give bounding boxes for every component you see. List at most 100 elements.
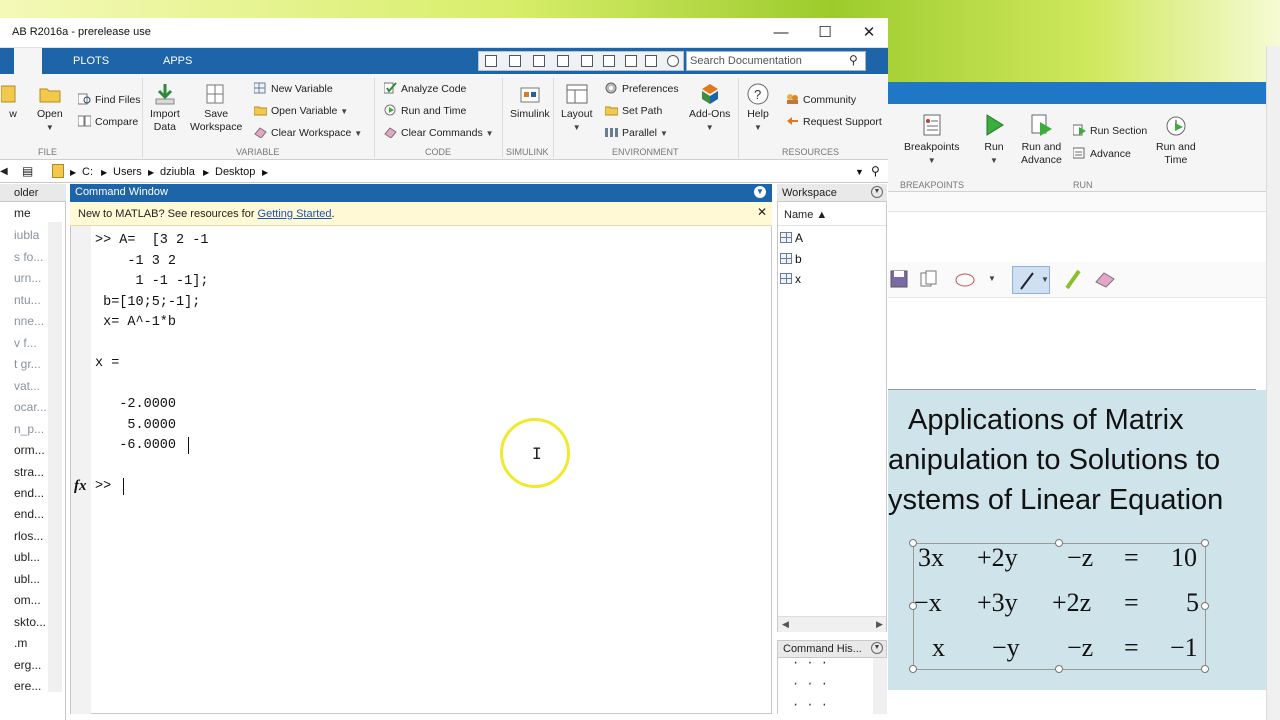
- resize-handle[interactable]: [909, 665, 917, 673]
- current-folder-scrollbar[interactable]: [48, 222, 62, 692]
- file-list-item[interactable]: ere...: [14, 679, 41, 693]
- resize-handle[interactable]: [1201, 602, 1209, 610]
- breakpoints-button[interactable]: Breakpoints ▼: [904, 112, 959, 167]
- history-entry[interactable]: · · ·: [792, 698, 828, 712]
- file-list-item[interactable]: urn...: [14, 271, 41, 285]
- workspace-name-column[interactable]: Name ▲: [778, 206, 886, 226]
- run-and-time-button-ribbon[interactable]: Run and Time: [384, 104, 466, 117]
- file-list-item[interactable]: end...: [14, 486, 44, 500]
- copy-icon[interactable]: [557, 55, 569, 67]
- find-files-button[interactable]: Find Files: [78, 93, 141, 106]
- tab-home[interactable]: [14, 48, 42, 74]
- file-list-item[interactable]: ubl...: [14, 550, 40, 564]
- file-list-item[interactable]: stra...: [14, 465, 44, 479]
- maximize-button[interactable]: ☐: [808, 22, 842, 44]
- file-list-item[interactable]: n_p...: [14, 422, 44, 436]
- layout-button[interactable]: Layout ▼: [561, 82, 593, 134]
- community-button[interactable]: Community: [786, 93, 856, 106]
- file-list-item[interactable]: vat...: [14, 379, 40, 393]
- copy-icon[interactable]: [920, 270, 938, 288]
- tab-apps[interactable]: APPS: [163, 55, 192, 67]
- scroll-left-icon[interactable]: ◀: [782, 619, 789, 630]
- workspace-variable[interactable]: x: [780, 272, 801, 286]
- analyze-code-button[interactable]: Analyze Code: [384, 82, 466, 95]
- workspace-variable[interactable]: A: [780, 231, 803, 245]
- help-button[interactable]: ? Help ▼: [746, 82, 770, 134]
- file-list-item[interactable]: me: [14, 206, 31, 220]
- pen-tool-button[interactable]: ▼: [1012, 266, 1050, 294]
- add-ons-button[interactable]: Add-Ons ▼: [689, 82, 730, 134]
- tab-plots[interactable]: PLOTS: [73, 55, 109, 67]
- undo-icon[interactable]: [603, 55, 615, 67]
- switch-windows-icon[interactable]: [645, 55, 657, 67]
- save-icon[interactable]: [509, 55, 521, 67]
- back-icon[interactable]: ◀: [0, 166, 8, 177]
- file-list-item[interactable]: t gr...: [14, 357, 41, 371]
- workspace-variable[interactable]: b: [780, 252, 802, 266]
- current-folder-address-bar[interactable]: ◀ ▤ ▶ C: ▶ Users ▶ dziubla ▶ Desktop ▶ ▼…: [0, 161, 888, 183]
- file-list-item[interactable]: ntu...: [14, 293, 41, 307]
- matlab-titlebar[interactable]: AB R2016a - prerelease use — ☐ ✕: [0, 18, 888, 48]
- run-button[interactable]: Run ▼: [981, 112, 1007, 167]
- help-icon[interactable]: [667, 55, 679, 67]
- resize-handle[interactable]: [1201, 539, 1209, 547]
- simulink-button[interactable]: Simulink: [510, 82, 550, 121]
- save-workspace-button[interactable]: Save Workspace: [190, 82, 242, 134]
- lasso-icon[interactable]: [954, 270, 976, 288]
- close-button[interactable]: ✕: [852, 22, 886, 44]
- resize-handle[interactable]: [1055, 539, 1063, 547]
- request-support-button[interactable]: Request Support: [786, 115, 882, 128]
- history-entry[interactable]: · · ·: [792, 656, 828, 670]
- address-dropdown-icon[interactable]: ▼: [855, 167, 864, 177]
- command-window-actions-icon[interactable]: ▼: [754, 186, 766, 198]
- resize-handle[interactable]: [909, 539, 917, 547]
- getting-started-link[interactable]: Getting Started: [258, 208, 332, 220]
- search-folder-icon[interactable]: ⚲: [871, 164, 880, 178]
- file-list-item[interactable]: s fo...: [14, 250, 43, 264]
- paste-icon[interactable]: [581, 55, 593, 67]
- file-list-item[interactable]: ocar...: [14, 400, 47, 414]
- import-data-button[interactable]: Import Data: [150, 82, 180, 134]
- search-icon[interactable]: ⚲: [849, 53, 858, 67]
- resize-handle[interactable]: [1201, 665, 1209, 673]
- file-list-item[interactable]: orm...: [14, 443, 45, 457]
- new-script-button[interactable]: w: [0, 82, 26, 121]
- background-app-scrollbar[interactable]: [1266, 46, 1280, 720]
- breadcrumb-users[interactable]: Users: [113, 166, 142, 178]
- file-list-item[interactable]: ubl...: [14, 572, 40, 586]
- breadcrumb-desktop[interactable]: Desktop: [215, 166, 255, 178]
- command-history-scrollbar[interactable]: [873, 658, 887, 714]
- minimize-button[interactable]: —: [764, 22, 798, 44]
- search-documentation-input[interactable]: Search Documentation: [686, 51, 866, 71]
- save-icon[interactable]: [890, 270, 908, 288]
- set-path-button[interactable]: Set Path: [605, 104, 662, 117]
- browse-folder-icon[interactable]: ▤: [22, 164, 33, 178]
- clear-commands-button[interactable]: Clear Commands ▼: [384, 126, 494, 139]
- file-list-item[interactable]: .m: [14, 636, 27, 650]
- preferences-button[interactable]: Preferences: [605, 82, 679, 95]
- redo-icon[interactable]: [625, 55, 637, 67]
- cut-icon[interactable]: [533, 55, 545, 67]
- file-list-item[interactable]: v f...: [14, 336, 37, 350]
- eraser-icon[interactable]: [1094, 270, 1116, 288]
- highlighter-icon[interactable]: [1064, 268, 1082, 290]
- parallel-button[interactable]: Parallel ▼: [605, 126, 668, 139]
- file-list-item[interactable]: iubla: [14, 228, 39, 242]
- file-list-item[interactable]: skto...: [14, 615, 46, 629]
- open-button[interactable]: Open ▼: [37, 82, 63, 134]
- file-list-item[interactable]: nne...: [14, 314, 44, 328]
- compare-button[interactable]: Compare: [78, 115, 138, 128]
- open-variable-button[interactable]: Open Variable ▼: [254, 104, 348, 117]
- function-browser-icon[interactable]: fx: [74, 478, 87, 495]
- file-list-item[interactable]: rlos...: [14, 529, 43, 543]
- workspace-horizontal-scrollbar[interactable]: ◀ ▶: [778, 616, 886, 632]
- lasso-dropdown-icon[interactable]: ▼: [988, 274, 996, 283]
- file-list-item[interactable]: erg...: [14, 658, 41, 672]
- file-list-item[interactable]: om...: [14, 593, 41, 607]
- scroll-right-icon[interactable]: ▶: [876, 619, 883, 630]
- resize-handle[interactable]: [1055, 665, 1063, 673]
- file-list-item[interactable]: end...: [14, 507, 44, 521]
- run-and-time-button[interactable]: Run and Time: [1156, 112, 1196, 167]
- history-entry[interactable]: · · ·: [792, 677, 828, 691]
- clear-workspace-button[interactable]: Clear Workspace ▼: [254, 126, 362, 139]
